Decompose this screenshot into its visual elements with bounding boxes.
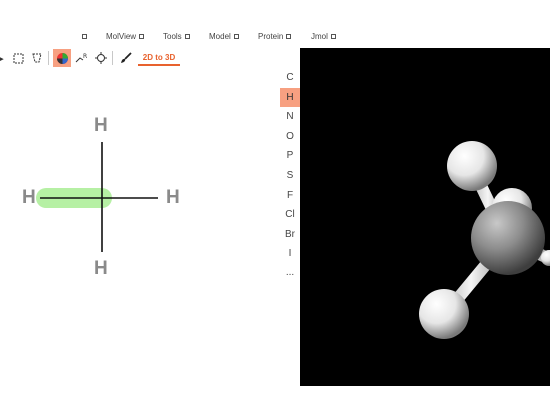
model-3d-viewer[interactable] <box>300 48 550 386</box>
menu-protein-label: Protein <box>258 32 284 41</box>
atom-h-bottom[interactable]: H <box>94 258 108 280</box>
element-h-button[interactable]: H <box>280 88 300 107</box>
bond-layer <box>36 142 158 252</box>
color-mode-button[interactable] <box>53 49 71 67</box>
brush-icon <box>121 52 132 63</box>
element-p-button[interactable]: P <box>280 146 300 165</box>
menu-tools-label: Tools <box>163 32 182 41</box>
carbon-atom <box>471 201 545 275</box>
color-palette-icon <box>56 52 68 64</box>
menu-protein[interactable]: Protein <box>258 32 292 41</box>
element-br-button[interactable]: Br <box>280 225 300 244</box>
chevron-down-icon <box>139 34 145 40</box>
erase-icon: ▸ <box>0 52 4 65</box>
convert-2d-to-3d-button[interactable]: 2D to 3D <box>138 49 180 66</box>
hydrogen-atom-top <box>447 141 497 191</box>
atom-h-top[interactable]: H <box>94 115 108 137</box>
center-button[interactable] <box>92 49 110 67</box>
element-n-button[interactable]: N <box>280 107 300 126</box>
element-o-button[interactable]: O <box>280 127 300 146</box>
lasso-select-button[interactable] <box>28 49 46 67</box>
rectangle-select-icon <box>13 53 23 63</box>
menu-molview[interactable]: MolView <box>106 32 145 41</box>
element-c-button[interactable]: C <box>280 68 300 87</box>
chevron-down-icon <box>330 34 336 40</box>
chain-icon: R <box>75 53 87 63</box>
menu-jmol-label: Jmol <box>311 32 328 41</box>
menu-toggle-icon[interactable] <box>82 34 87 39</box>
chevron-down-icon <box>184 34 190 40</box>
rectangle-select-button[interactable] <box>9 49 27 67</box>
menu-molview-label: MolView <box>106 32 137 41</box>
clean-button[interactable] <box>117 49 135 67</box>
menu-model[interactable]: Model <box>209 32 239 41</box>
element-s-button[interactable]: S <box>280 166 300 185</box>
element-i-button[interactable]: I <box>280 244 300 263</box>
menu-model-label: Model <box>209 32 231 41</box>
element-cl-button[interactable]: Cl <box>280 205 300 224</box>
menu-jmol[interactable]: Jmol <box>311 32 336 41</box>
menu-bar: MolView Tools Model Protein Jmol <box>0 28 550 46</box>
hydrogen-atom-bottom <box>419 289 469 339</box>
menu-tools[interactable]: Tools <box>163 32 190 41</box>
molecule-3d-render <box>419 141 550 339</box>
sketch-toolbar: ▸ R 2D to 3D <box>0 48 300 68</box>
target-icon <box>95 52 107 64</box>
periodic-table-button[interactable]: ... <box>280 263 300 282</box>
atom-h-right[interactable]: H <box>166 187 180 209</box>
element-f-button[interactable]: F <box>280 186 300 205</box>
svg-text:R: R <box>83 53 87 60</box>
fragment-button[interactable]: R <box>73 49 91 67</box>
lasso-select-icon <box>32 53 42 63</box>
chevron-down-icon <box>286 34 292 40</box>
toolbar-divider <box>48 51 49 65</box>
toolbar-divider <box>112 51 113 65</box>
sketch-canvas[interactable]: H H H H <box>0 70 280 390</box>
atom-h-left[interactable]: H <box>22 187 36 209</box>
chevron-down-icon <box>233 34 239 40</box>
